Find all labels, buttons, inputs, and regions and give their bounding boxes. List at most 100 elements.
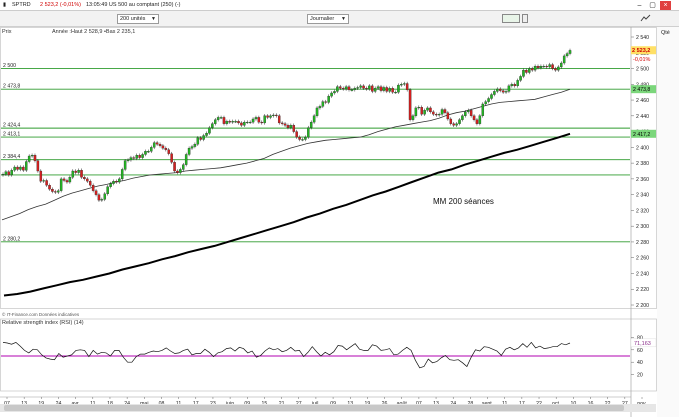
candle-up bbox=[478, 115, 482, 124]
candle-down bbox=[275, 114, 278, 116]
candle-down bbox=[222, 117, 226, 124]
toolbar: 200 unités ▼ Journalier ▼ bbox=[0, 11, 679, 27]
candle-up bbox=[272, 114, 275, 116]
settings-icon[interactable] bbox=[640, 14, 651, 23]
units-select[interactable]: 200 unités ▼ bbox=[117, 14, 159, 24]
candle-up bbox=[211, 123, 214, 128]
price-y-tick-label: 2 280 bbox=[636, 240, 649, 246]
candle-up bbox=[417, 107, 421, 109]
chart-type-icon[interactable] bbox=[502, 14, 520, 23]
candle-down bbox=[371, 85, 374, 92]
candle-down bbox=[536, 66, 540, 68]
candle-up bbox=[289, 125, 293, 128]
price-y-tick-label: 2 380 bbox=[636, 161, 649, 167]
title-symbol: SPTRD bbox=[12, 2, 31, 8]
candle-up bbox=[403, 83, 406, 85]
candle-up bbox=[461, 115, 464, 120]
candle-up bbox=[522, 69, 525, 77]
candle-up bbox=[493, 91, 496, 95]
candle-up bbox=[548, 64, 551, 68]
candle-up bbox=[312, 115, 316, 123]
candle-down bbox=[498, 88, 502, 91]
candle-down bbox=[513, 84, 517, 87]
candle-up bbox=[77, 170, 80, 173]
ma200-annotation: MM 200 séances bbox=[433, 197, 494, 206]
candle-down bbox=[158, 144, 162, 146]
candle-down bbox=[155, 142, 159, 145]
price-y-tick-label: 2 300 bbox=[636, 224, 649, 230]
candle-down bbox=[83, 177, 86, 180]
candle-down bbox=[36, 160, 40, 172]
candle-down bbox=[280, 122, 284, 124]
last-change-tag: -0,01% bbox=[633, 57, 651, 63]
candle-up bbox=[219, 117, 223, 119]
candle-up bbox=[373, 88, 377, 92]
candle-up bbox=[112, 181, 115, 184]
candle-up bbox=[388, 88, 391, 92]
candle-up bbox=[368, 85, 371, 90]
candle-up bbox=[106, 186, 109, 195]
candle-up bbox=[243, 121, 246, 126]
price-y-tick-label: 2 320 bbox=[636, 208, 649, 214]
candle-down bbox=[475, 119, 479, 124]
candle-up bbox=[187, 147, 191, 155]
candle-up bbox=[359, 85, 362, 88]
candle-up bbox=[464, 111, 467, 116]
candle-down bbox=[164, 147, 168, 150]
rsi-panel-frame bbox=[0, 318, 657, 392]
chart-area: 2 5402 5202 5002 4802 4602 4402 4202 400… bbox=[0, 27, 657, 417]
scrollbar-thumb[interactable] bbox=[4, 405, 624, 411]
rsi-y-tick-label: 20 bbox=[637, 373, 643, 379]
candle-up bbox=[304, 136, 307, 140]
candle-up bbox=[68, 177, 72, 183]
candle-down bbox=[167, 149, 170, 154]
close-icon[interactable]: × bbox=[660, 1, 671, 10]
candle-up bbox=[193, 144, 197, 147]
level-label: 2 413,1 bbox=[3, 132, 20, 138]
candle-up bbox=[25, 161, 28, 171]
candle-up bbox=[490, 94, 493, 99]
candle-down bbox=[45, 180, 48, 186]
data-source-note: © IT-Finance.com Données indicatives bbox=[2, 311, 80, 317]
candle-up bbox=[71, 170, 75, 178]
rsi-y-tick-label: 60 bbox=[637, 348, 643, 354]
candle-down bbox=[429, 107, 432, 113]
candle-down bbox=[286, 125, 290, 128]
candle-up bbox=[269, 115, 272, 118]
chevron-down-icon: ▼ bbox=[341, 16, 346, 22]
candle-up bbox=[13, 166, 16, 171]
period-select[interactable]: Journalier ▼ bbox=[307, 14, 349, 24]
candle-up bbox=[123, 160, 127, 170]
price-y-tick-label: 2 240 bbox=[636, 271, 649, 277]
candle-down bbox=[408, 89, 412, 120]
price-y-tick-label: 2 360 bbox=[636, 177, 649, 183]
candle-down bbox=[54, 191, 57, 193]
candle-up bbox=[208, 127, 211, 134]
candle-up bbox=[356, 87, 359, 89]
candle-down bbox=[347, 86, 351, 90]
candle-up bbox=[129, 157, 133, 161]
candle-up bbox=[152, 142, 156, 148]
candle-down bbox=[228, 121, 232, 123]
candle-up bbox=[437, 114, 441, 116]
candle-up bbox=[120, 169, 124, 180]
candle-up bbox=[251, 118, 255, 123]
candle-up bbox=[481, 103, 485, 116]
candle-down bbox=[65, 180, 69, 183]
candle-up bbox=[353, 88, 357, 90]
chevron-down-icon[interactable] bbox=[522, 14, 528, 23]
candle-up bbox=[466, 110, 470, 113]
candle-down bbox=[545, 66, 548, 68]
candle-down bbox=[39, 170, 43, 182]
candle-up bbox=[147, 151, 150, 153]
candle-up bbox=[394, 92, 397, 94]
candle-down bbox=[161, 145, 165, 149]
candle-up bbox=[225, 121, 229, 124]
candle-up bbox=[182, 164, 185, 170]
minimize-icon[interactable]: – bbox=[634, 1, 645, 10]
price-y-tick-label: 2 340 bbox=[636, 193, 649, 199]
candle-down bbox=[379, 86, 383, 91]
rsi-panel-title: Relative strength index (RSI) (14) bbox=[2, 320, 84, 326]
candle-down bbox=[80, 170, 83, 178]
maximize-icon[interactable]: ▢ bbox=[647, 1, 658, 10]
